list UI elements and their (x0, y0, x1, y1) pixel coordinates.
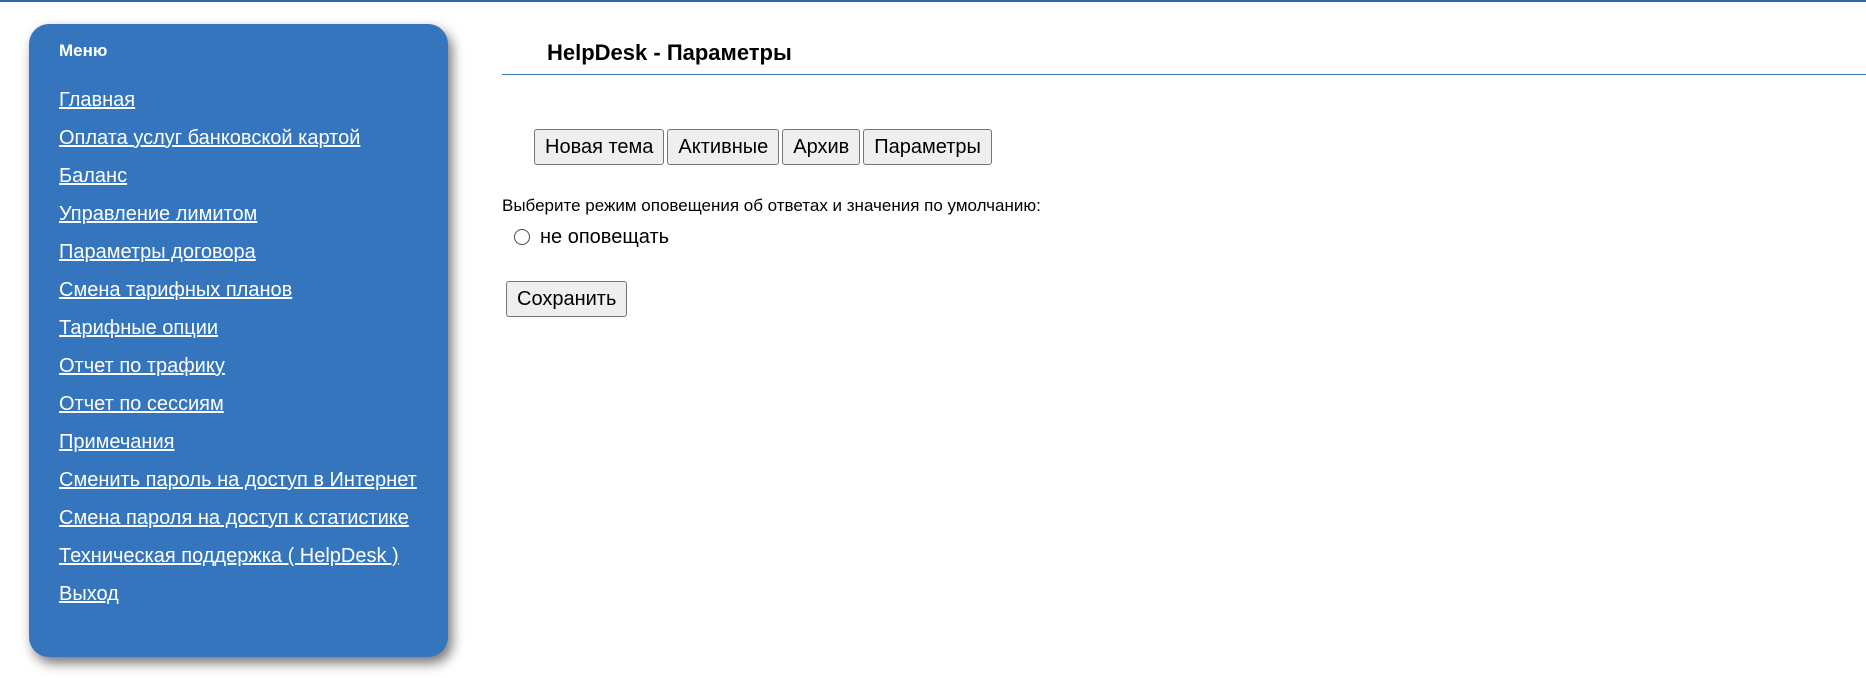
sidebar-link-tariff-change[interactable]: Смена тарифных планов (59, 279, 292, 301)
sidebar-menu-panel: Меню Главная Оплата услуг банковской кар… (29, 24, 448, 657)
notification-prompt: Выберите режим оповещения об ответах и з… (502, 196, 1041, 215)
sidebar-link-traffic-report[interactable]: Отчет по трафику (59, 355, 225, 377)
sidebar-item-internet-password: Сменить пароль на доступ в Интернет (59, 469, 448, 507)
save-button[interactable]: Сохранить (506, 281, 628, 317)
no-notify-radio[interactable] (514, 229, 530, 245)
sidebar-title: Меню (59, 41, 108, 60)
sidebar-item-tariff-change: Смена тарифных планов (59, 279, 448, 317)
sidebar-item-session-report: Отчет по сессиям (59, 393, 448, 431)
sidebar-item-traffic-report: Отчет по трафику (59, 355, 448, 393)
page-header: HelpDesk - Параметры (502, 2, 1866, 75)
sidebar-link-internet-password[interactable]: Сменить пароль на доступ в Интернет (59, 469, 417, 491)
sidebar-link-stats-password[interactable]: Смена пароля на доступ к статистике (59, 507, 409, 529)
sidebar-link-limit[interactable]: Управление лимитом (59, 203, 257, 225)
sidebar-link-card-payment[interactable]: Оплата услуг банковской картой (59, 127, 360, 149)
sidebar-item-limit: Управление лимитом (59, 203, 448, 241)
sidebar-link-home[interactable]: Главная (59, 89, 135, 111)
tab-parameters-button[interactable]: Параметры (863, 129, 992, 165)
sidebar-link-contract[interactable]: Параметры договора (59, 241, 256, 263)
sidebar-item-balance: Баланс (59, 165, 448, 203)
sidebar-link-balance[interactable]: Баланс (59, 165, 127, 187)
sidebar-item-home: Главная (59, 89, 448, 127)
tab-archive-button[interactable]: Архив (782, 129, 861, 165)
sidebar-link-logout[interactable]: Выход (59, 583, 119, 605)
sidebar-link-helpdesk[interactable]: Техническая поддержка ( HelpDesk ) (59, 545, 399, 567)
sidebar-item-helpdesk: Техническая поддержка ( HelpDesk ) (59, 545, 448, 583)
sidebar-item-contract: Параметры договора (59, 241, 448, 279)
no-notify-label[interactable]: не оповещать (540, 225, 669, 249)
sidebar-item-stats-password: Смена пароля на доступ к статистике (59, 507, 448, 545)
tab-active-button[interactable]: Активные (667, 129, 780, 165)
page-title: HelpDesk - Параметры (547, 40, 792, 65)
notify-option-row: не оповещать (514, 225, 669, 249)
sidebar-item-logout: Выход (59, 583, 448, 621)
sidebar-item-card-payment: Оплата услуг банковской картой (59, 127, 448, 165)
sidebar-item-notes: Примечания (59, 431, 448, 469)
sidebar-menu-list: Главная Оплата услуг банковской картой Б… (59, 89, 448, 621)
sidebar-link-notes[interactable]: Примечания (59, 431, 174, 453)
main-content: HelpDesk - Параметры Новая тема Активные… (502, 2, 1866, 317)
sidebar-link-session-report[interactable]: Отчет по сессиям (59, 393, 224, 415)
sidebar-item-tariff-options: Тарифные опции (59, 317, 448, 355)
helpdesk-tabs: Новая тема Активные Архив Параметры (534, 129, 992, 165)
sidebar-link-tariff-options[interactable]: Тарифные опции (59, 317, 218, 339)
tab-new-topic-button[interactable]: Новая тема (534, 129, 665, 165)
